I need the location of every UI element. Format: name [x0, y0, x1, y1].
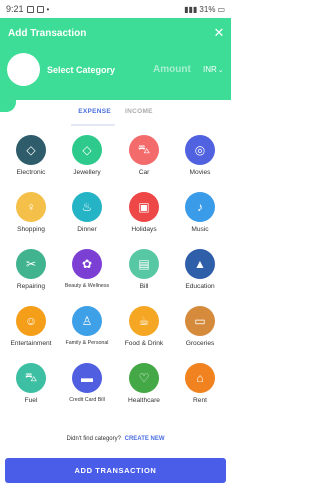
family-icon: ♙	[72, 306, 102, 336]
category-label: Fuel	[24, 397, 38, 404]
dot-icon: •	[46, 4, 50, 14]
diamond-icon: ◇	[72, 135, 102, 165]
category-label: Movies	[189, 169, 211, 176]
category-label: Dinner	[77, 226, 97, 233]
lotus-icon: ✿	[72, 249, 102, 279]
status-time: 9:21	[6, 4, 24, 14]
category-item[interactable]: ◇ Jewellery	[59, 135, 115, 176]
category-item[interactable]: ⌂ Rent	[172, 363, 228, 404]
bill-icon: ▤	[129, 249, 159, 279]
notification-icon	[26, 5, 34, 13]
food-icon: ☕	[129, 306, 159, 336]
close-icon[interactable]: ✕	[213, 26, 225, 39]
category-item[interactable]: ☕ Food & Drink	[116, 306, 172, 347]
category-item[interactable]: ⛍ Car	[116, 135, 172, 176]
category-item[interactable]: ▤ Bill	[116, 249, 172, 290]
dinner-icon: ♨	[72, 192, 102, 222]
battery-text: 31%	[199, 4, 216, 14]
category-item[interactable]: ♡ Healthcare	[116, 363, 172, 404]
find-category-row: Didn't find category? CREATE NEW	[0, 436, 231, 442]
add-transaction-button[interactable]: ADD TRANSACTION	[5, 458, 226, 483]
category-label: Groceries	[185, 340, 215, 347]
category-item[interactable]: ♨ Dinner	[59, 192, 115, 233]
category-item[interactable]: ⛍ Fuel	[3, 363, 59, 404]
category-item[interactable]: ✂ Repairing	[3, 249, 59, 290]
category-avatar[interactable]	[7, 53, 40, 86]
category-item[interactable]: ◎ Movies	[172, 135, 228, 176]
music-icon: ♪	[185, 192, 215, 222]
category-item[interactable]: ▬ Credit Card Bill	[59, 363, 115, 403]
create-new-link[interactable]: CREATE NEW	[125, 436, 165, 442]
select-category-label[interactable]: Select Category	[47, 65, 115, 75]
heart-icon: ♡	[129, 363, 159, 393]
diamond-icon: ◇	[16, 135, 46, 165]
category-label: Shopping	[17, 226, 45, 233]
category-label: Food & Drink	[124, 340, 164, 347]
tab-income[interactable]: INCOME	[125, 108, 153, 122]
image-icon	[36, 5, 44, 13]
currency-selector[interactable]: INR⌄	[203, 65, 224, 74]
category-item[interactable]: ♪ Music	[172, 192, 228, 233]
category-label: Beauty & Wellness	[64, 283, 110, 289]
category-item[interactable]: ✿ Beauty & Wellness	[59, 249, 115, 289]
system-nav-bar	[0, 487, 231, 500]
chevron-down-icon: ⌄	[217, 67, 224, 74]
type-tabs: EXPENSE INCOME	[0, 108, 231, 122]
dress-icon: ♀	[16, 192, 46, 222]
category-label: Holidays	[131, 226, 157, 233]
category-item[interactable]: ☺ Entertainment	[3, 306, 59, 347]
car-icon: ⛍	[16, 363, 46, 393]
category-label: Entertainment	[10, 340, 52, 347]
transaction-header: Add Transaction ✕ Select Category Amount…	[0, 18, 231, 100]
find-category-text: Didn't find category?	[66, 436, 121, 442]
category-item[interactable]: ▣ Holidays	[116, 192, 172, 233]
car-icon: ⛍	[129, 135, 159, 165]
category-label: Jewellery	[73, 169, 101, 176]
basket-icon: ▭	[185, 306, 215, 336]
currency-label: INR	[203, 65, 217, 74]
category-item[interactable]: ▲ Education	[172, 249, 228, 290]
category-item[interactable]: ◇ Electronic	[3, 135, 59, 176]
category-label: Family & Personal	[65, 340, 109, 346]
category-label: Music	[191, 226, 209, 233]
luggage-icon: ▣	[129, 192, 159, 222]
page-title: Add Transaction	[8, 28, 87, 39]
masks-icon: ☺	[16, 306, 46, 336]
graduation-icon: ▲	[185, 249, 215, 279]
category-label: Credit Card Bill	[69, 397, 105, 403]
tab-indicator	[71, 124, 115, 126]
category-label: Car	[138, 169, 150, 176]
category-label: Repairing	[16, 283, 46, 290]
category-item[interactable]: ▭ Groceries	[172, 306, 228, 347]
battery-icon: ▭	[217, 4, 225, 14]
category-label: Healthcare	[128, 397, 160, 404]
card-icon: ▬	[72, 363, 102, 393]
home-icon: ⌂	[185, 363, 215, 393]
signal-icon: ▮▮▮	[184, 4, 198, 14]
category-item[interactable]: ♙ Family & Personal	[59, 306, 115, 346]
tab-expense[interactable]: EXPENSE	[78, 108, 111, 122]
category-label: Bill	[139, 283, 149, 290]
category-item[interactable]: ♀ Shopping	[3, 192, 59, 233]
category-label: Rent	[193, 397, 207, 404]
amount-input[interactable]: Amount	[153, 64, 191, 75]
tools-icon: ✂	[16, 249, 46, 279]
status-bar: 9:21 • ▮▮▮ 31% ▭	[0, 0, 231, 18]
category-label: Electronic	[16, 169, 46, 176]
category-label: Education	[185, 283, 215, 290]
movie-icon: ◎	[185, 135, 215, 165]
